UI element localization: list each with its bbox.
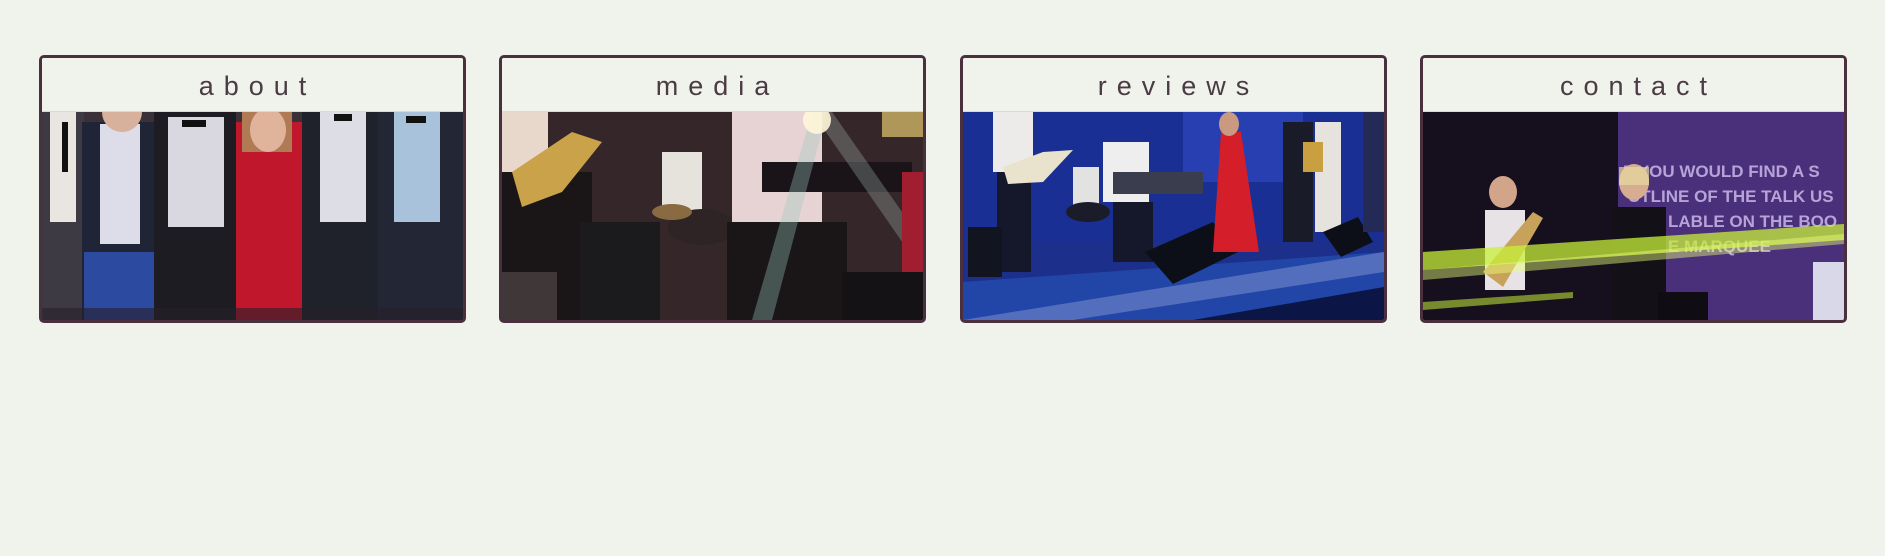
nav-card-label: about [42,58,463,112]
singer-guitarist-purple-stage: F YOU WOULD FIND A S UTLINE OF THE TALK … [1423,112,1844,320]
projection-text-line: UTLINE OF THE TALK US [1628,187,1834,206]
nav-card-contact[interactable]: contact F YOU WOULD FIND A S UTLINE OF T… [1420,55,1847,323]
band-performing-stage-lights [502,112,923,320]
band-group-photo [42,112,463,320]
nav-card-media[interactable]: media [499,55,926,323]
projection-text-line: F YOU WOULD FIND A S [1623,162,1820,181]
nav-card-reviews[interactable]: reviews [960,55,1387,323]
nav-card-label: media [502,58,923,112]
nav-card-label: reviews [963,58,1384,112]
nav-card-row: about media reviews contact F YOU WOULD … [0,0,1885,556]
nav-card-about[interactable]: about [39,55,466,323]
band-on-blue-stage [963,112,1384,320]
nav-card-label: contact [1423,58,1844,112]
